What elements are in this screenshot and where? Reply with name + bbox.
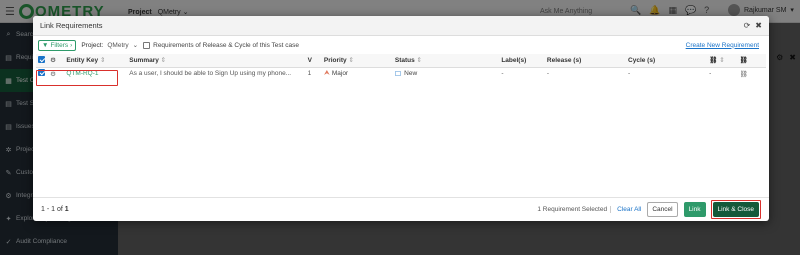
pagination-info: 1 - 1 of 1 (41, 206, 69, 213)
table-row[interactable]: ⚙ QTM-RQ-1 As a user, I should be able t… (36, 67, 766, 80)
pager-total: 1 (64, 206, 69, 213)
project-select-value: QMetry (107, 41, 129, 49)
project-select-label: Project: (81, 41, 104, 49)
checkbox[interactable] (143, 41, 151, 49)
priority-label: Major (331, 70, 349, 78)
column-cycle[interactable]: Cycle (s) (626, 54, 708, 68)
attachment-count-cell: - (709, 70, 712, 78)
requirements-table: ⚙ Entity Key ⇕ Summary ⇕ V Priority ⇕ St… (36, 54, 766, 80)
filters-button[interactable]: ▼ Filters › (38, 39, 77, 51)
column-status[interactable]: Status ⇕ (392, 54, 500, 68)
chevron-down-icon: ⌄ (132, 42, 139, 49)
version-cell: 1 (307, 70, 312, 78)
refresh-icon[interactable]: ⟳ (744, 21, 751, 30)
requirements-filter-label: Requirements of Release & Cycle of this … (153, 41, 299, 49)
column-label: Priority (323, 57, 347, 65)
pager-of: of (56, 206, 63, 213)
column-summary[interactable]: Summary ⇕ (127, 54, 306, 68)
column-label: Release (s) (546, 56, 582, 64)
settings-icon[interactable]: ⚙ (50, 57, 56, 64)
column-version[interactable]: V (305, 54, 322, 68)
link-icon[interactable]: ⛓ (740, 71, 748, 78)
column-link[interactable]: ⛓ (737, 54, 766, 68)
close-icon[interactable]: ✖ (755, 21, 762, 30)
footer-actions: 1 Requirement Selected Clear All Cancel … (537, 200, 761, 219)
link-and-close-button[interactable]: Link & Close (712, 202, 759, 217)
column-attachments[interactable]: ⛓ ⇕ (707, 54, 738, 68)
column-labels[interactable]: Label(s) (499, 54, 545, 68)
column-priority[interactable]: Priority ⇕ (321, 54, 393, 68)
sort-icon: ⇕ (719, 57, 725, 65)
entity-key-link[interactable]: QTM-RQ-1 (66, 70, 98, 77)
column-label: Entity Key (66, 57, 99, 65)
filters-label: Filters (50, 41, 69, 49)
filter-bar: ▼ Filters › Project: QMetry ⌄ Requiremen… (33, 36, 769, 54)
clear-all-link[interactable]: Clear All (614, 206, 644, 213)
summary-cell: As a user, I should be able to Sign Up u… (129, 70, 292, 78)
sort-icon: ⇕ (160, 57, 167, 65)
modal-header: Link Requirements ⟳ ✖ (33, 16, 769, 36)
selected-count: 1 Requirement Selected (537, 206, 612, 213)
status-badge: ☐ New (395, 70, 417, 78)
column-label: Cycle (s) (628, 56, 656, 64)
project-select[interactable]: Project: QMetry ⌄ (81, 41, 139, 50)
requirements-filter-checkbox[interactable]: Requirements of Release & Cycle of this … (143, 41, 299, 49)
row-checkbox[interactable] (38, 69, 45, 77)
attachment-icon: ⛓ (709, 57, 718, 65)
row-settings-icon[interactable]: ⚙ (50, 71, 56, 78)
column-release[interactable]: Release (s) (544, 54, 627, 68)
column-label: Summary (129, 57, 159, 65)
table-header-row: ⚙ Entity Key ⇕ Summary ⇕ V Priority ⇕ St… (36, 54, 766, 68)
modal-footer: 1 - 1 of 1 1 Requirement Selected Clear … (33, 197, 769, 221)
priority-major-icon: ⮝ (323, 69, 330, 77)
sort-icon: ⇕ (348, 57, 354, 65)
filter-icon: ▼ (42, 41, 49, 49)
modal-header-actions: ⟳ ✖ (744, 21, 762, 30)
chevron-right-icon: › (70, 41, 73, 49)
column-label: Label(s) (501, 56, 527, 64)
column-label: Status (394, 57, 415, 65)
modal-title: Link Requirements (40, 21, 103, 30)
status-label: New (404, 70, 418, 78)
cancel-button[interactable]: Cancel (647, 202, 678, 217)
create-new-requirement-link[interactable]: Create New Requirement (686, 42, 759, 49)
link-button[interactable]: Link (683, 202, 706, 217)
sort-icon: ⇕ (99, 57, 106, 65)
pager-range: 1 - 1 (41, 206, 56, 213)
link-requirements-modal: Link Requirements ⟳ ✖ ▼ Filters › Projec… (33, 16, 769, 221)
labels-cell: - (501, 70, 504, 78)
link-icon: ⛓ (739, 57, 748, 65)
status-new-icon: ☐ (394, 70, 402, 78)
highlight-box: Link & Close (710, 200, 761, 219)
column-label: V (307, 56, 313, 64)
select-all-checkbox[interactable] (38, 55, 45, 63)
cycle-cell: - (628, 70, 631, 78)
priority-badge: ⮝ Major (324, 70, 348, 78)
sort-icon: ⇕ (416, 57, 422, 65)
release-cell: - (546, 70, 550, 78)
column-entity-key[interactable]: Entity Key ⇕ (64, 54, 128, 68)
